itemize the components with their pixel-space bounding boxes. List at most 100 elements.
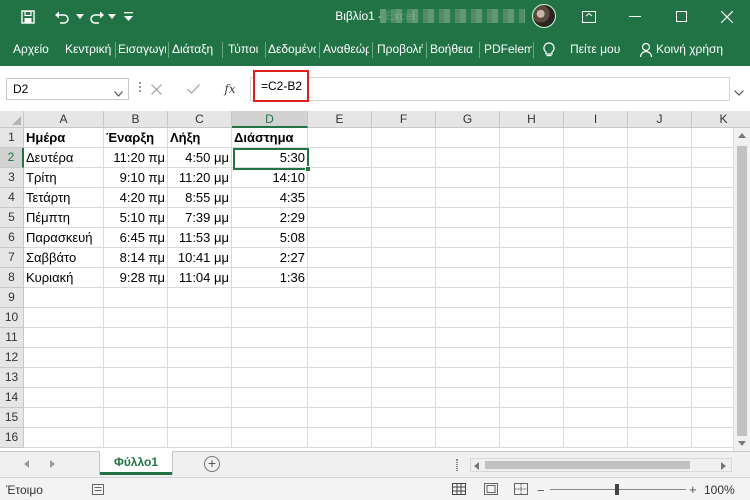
cell-b11[interactable] — [104, 328, 168, 348]
cell-j9[interactable] — [628, 288, 692, 308]
cell-b10[interactable] — [104, 308, 168, 328]
formula-value[interactable]: =C2-B2 — [253, 70, 309, 102]
cell-g6[interactable] — [436, 228, 500, 248]
cell-a11[interactable] — [24, 328, 104, 348]
row-header-14[interactable]: 14 — [0, 388, 24, 408]
formula-bar-resize-handle[interactable] — [138, 80, 142, 98]
cell-c8[interactable]: 11:04 μμ — [168, 268, 232, 288]
cell-d5[interactable]: 2:29 — [232, 208, 308, 228]
cell-i8[interactable] — [564, 268, 628, 288]
cell-g16[interactable] — [436, 428, 500, 448]
cell-e13[interactable] — [308, 368, 372, 388]
enter-icon[interactable] — [180, 78, 206, 100]
cell-e2[interactable] — [308, 148, 372, 168]
cell-h12[interactable] — [500, 348, 564, 368]
cell-g5[interactable] — [436, 208, 500, 228]
name-box[interactable]: D2 — [6, 78, 129, 100]
scroll-left-icon[interactable] — [474, 462, 479, 470]
cell-g13[interactable] — [436, 368, 500, 388]
cell-d13[interactable] — [232, 368, 308, 388]
cell-a7[interactable]: Σαββάτο — [24, 248, 104, 268]
prev-sheet-icon[interactable] — [24, 460, 29, 468]
cell-f5[interactable] — [372, 208, 436, 228]
cell-e7[interactable] — [308, 248, 372, 268]
cell-g12[interactable] — [436, 348, 500, 368]
cell-g11[interactable] — [436, 328, 500, 348]
cell-h7[interactable] — [500, 248, 564, 268]
cell-c2[interactable]: 4:50 μμ — [168, 148, 232, 168]
cell-d3[interactable]: 14:10 — [232, 168, 308, 188]
cell-h13[interactable] — [500, 368, 564, 388]
expand-formula-bar-icon[interactable] — [734, 85, 744, 99]
cell-e14[interactable] — [308, 388, 372, 408]
vertical-scrollbar[interactable] — [733, 128, 750, 451]
avatar[interactable] — [532, 4, 556, 28]
page-layout-view-icon[interactable] — [484, 483, 498, 498]
cell-c13[interactable] — [168, 368, 232, 388]
cell-h6[interactable] — [500, 228, 564, 248]
row-header-8[interactable]: 8 — [0, 268, 24, 288]
cell-a10[interactable] — [24, 308, 104, 328]
scroll-down-icon[interactable] — [738, 441, 746, 446]
cell-a9[interactable] — [24, 288, 104, 308]
cell-e16[interactable] — [308, 428, 372, 448]
cell-h10[interactable] — [500, 308, 564, 328]
cell-a16[interactable] — [24, 428, 104, 448]
cell-j6[interactable] — [628, 228, 692, 248]
sheet-tab-1[interactable]: Φύλλο1 — [100, 451, 172, 475]
cell-e3[interactable] — [308, 168, 372, 188]
cell-i2[interactable] — [564, 148, 628, 168]
vertical-scroll-thumb[interactable] — [737, 146, 747, 436]
cell-a14[interactable] — [24, 388, 104, 408]
cell-e5[interactable] — [308, 208, 372, 228]
cell-d4[interactable]: 4:35 — [232, 188, 308, 208]
cell-f8[interactable] — [372, 268, 436, 288]
close-icon[interactable] — [704, 0, 750, 33]
cell-d2[interactable]: 5:30 — [232, 148, 308, 168]
column-header-c[interactable]: C — [168, 111, 232, 128]
cell-b2[interactable]: 11:20 πμ — [104, 148, 168, 168]
tell-me-search[interactable]: Πείτε μου — [570, 33, 626, 66]
cell-j1[interactable] — [628, 128, 692, 148]
tab-insert[interactable]: Εισαγωγή — [118, 33, 166, 66]
cell-i7[interactable] — [564, 248, 628, 268]
cell-j2[interactable] — [628, 148, 692, 168]
column-header-k[interactable]: K — [692, 111, 750, 128]
cell-i10[interactable] — [564, 308, 628, 328]
cell-g2[interactable] — [436, 148, 500, 168]
cell-c15[interactable] — [168, 408, 232, 428]
cell-f2[interactable] — [372, 148, 436, 168]
cell-d11[interactable] — [232, 328, 308, 348]
row-header-12[interactable]: 12 — [0, 348, 24, 368]
cell-g3[interactable] — [436, 168, 500, 188]
cell-e1[interactable] — [308, 128, 372, 148]
ribbon-display-icon[interactable] — [566, 0, 612, 33]
cell-j13[interactable] — [628, 368, 692, 388]
lightbulb-icon[interactable] — [543, 41, 555, 58]
cell-h4[interactable] — [500, 188, 564, 208]
cell-f6[interactable] — [372, 228, 436, 248]
cell-c11[interactable] — [168, 328, 232, 348]
row-header-10[interactable]: 10 — [0, 308, 24, 328]
cell-c12[interactable] — [168, 348, 232, 368]
cell-b5[interactable]: 5:10 πμ — [104, 208, 168, 228]
cell-e4[interactable] — [308, 188, 372, 208]
cell-i6[interactable] — [564, 228, 628, 248]
cell-i15[interactable] — [564, 408, 628, 428]
cell-i11[interactable] — [564, 328, 628, 348]
column-header-j[interactable]: J — [628, 111, 692, 128]
formula-input[interactable] — [250, 77, 730, 101]
cell-b4[interactable]: 4:20 πμ — [104, 188, 168, 208]
cell-g4[interactable] — [436, 188, 500, 208]
column-header-f[interactable]: F — [372, 111, 436, 128]
cell-j15[interactable] — [628, 408, 692, 428]
cell-c10[interactable] — [168, 308, 232, 328]
cell-i13[interactable] — [564, 368, 628, 388]
scroll-up-icon[interactable] — [738, 133, 746, 138]
cell-f7[interactable] — [372, 248, 436, 268]
cell-e15[interactable] — [308, 408, 372, 428]
row-header-4[interactable]: 4 — [0, 188, 24, 208]
share-button[interactable]: Κοινή χρήση — [656, 33, 746, 66]
tab-file[interactable]: Αρχείο — [13, 33, 55, 66]
cell-e10[interactable] — [308, 308, 372, 328]
